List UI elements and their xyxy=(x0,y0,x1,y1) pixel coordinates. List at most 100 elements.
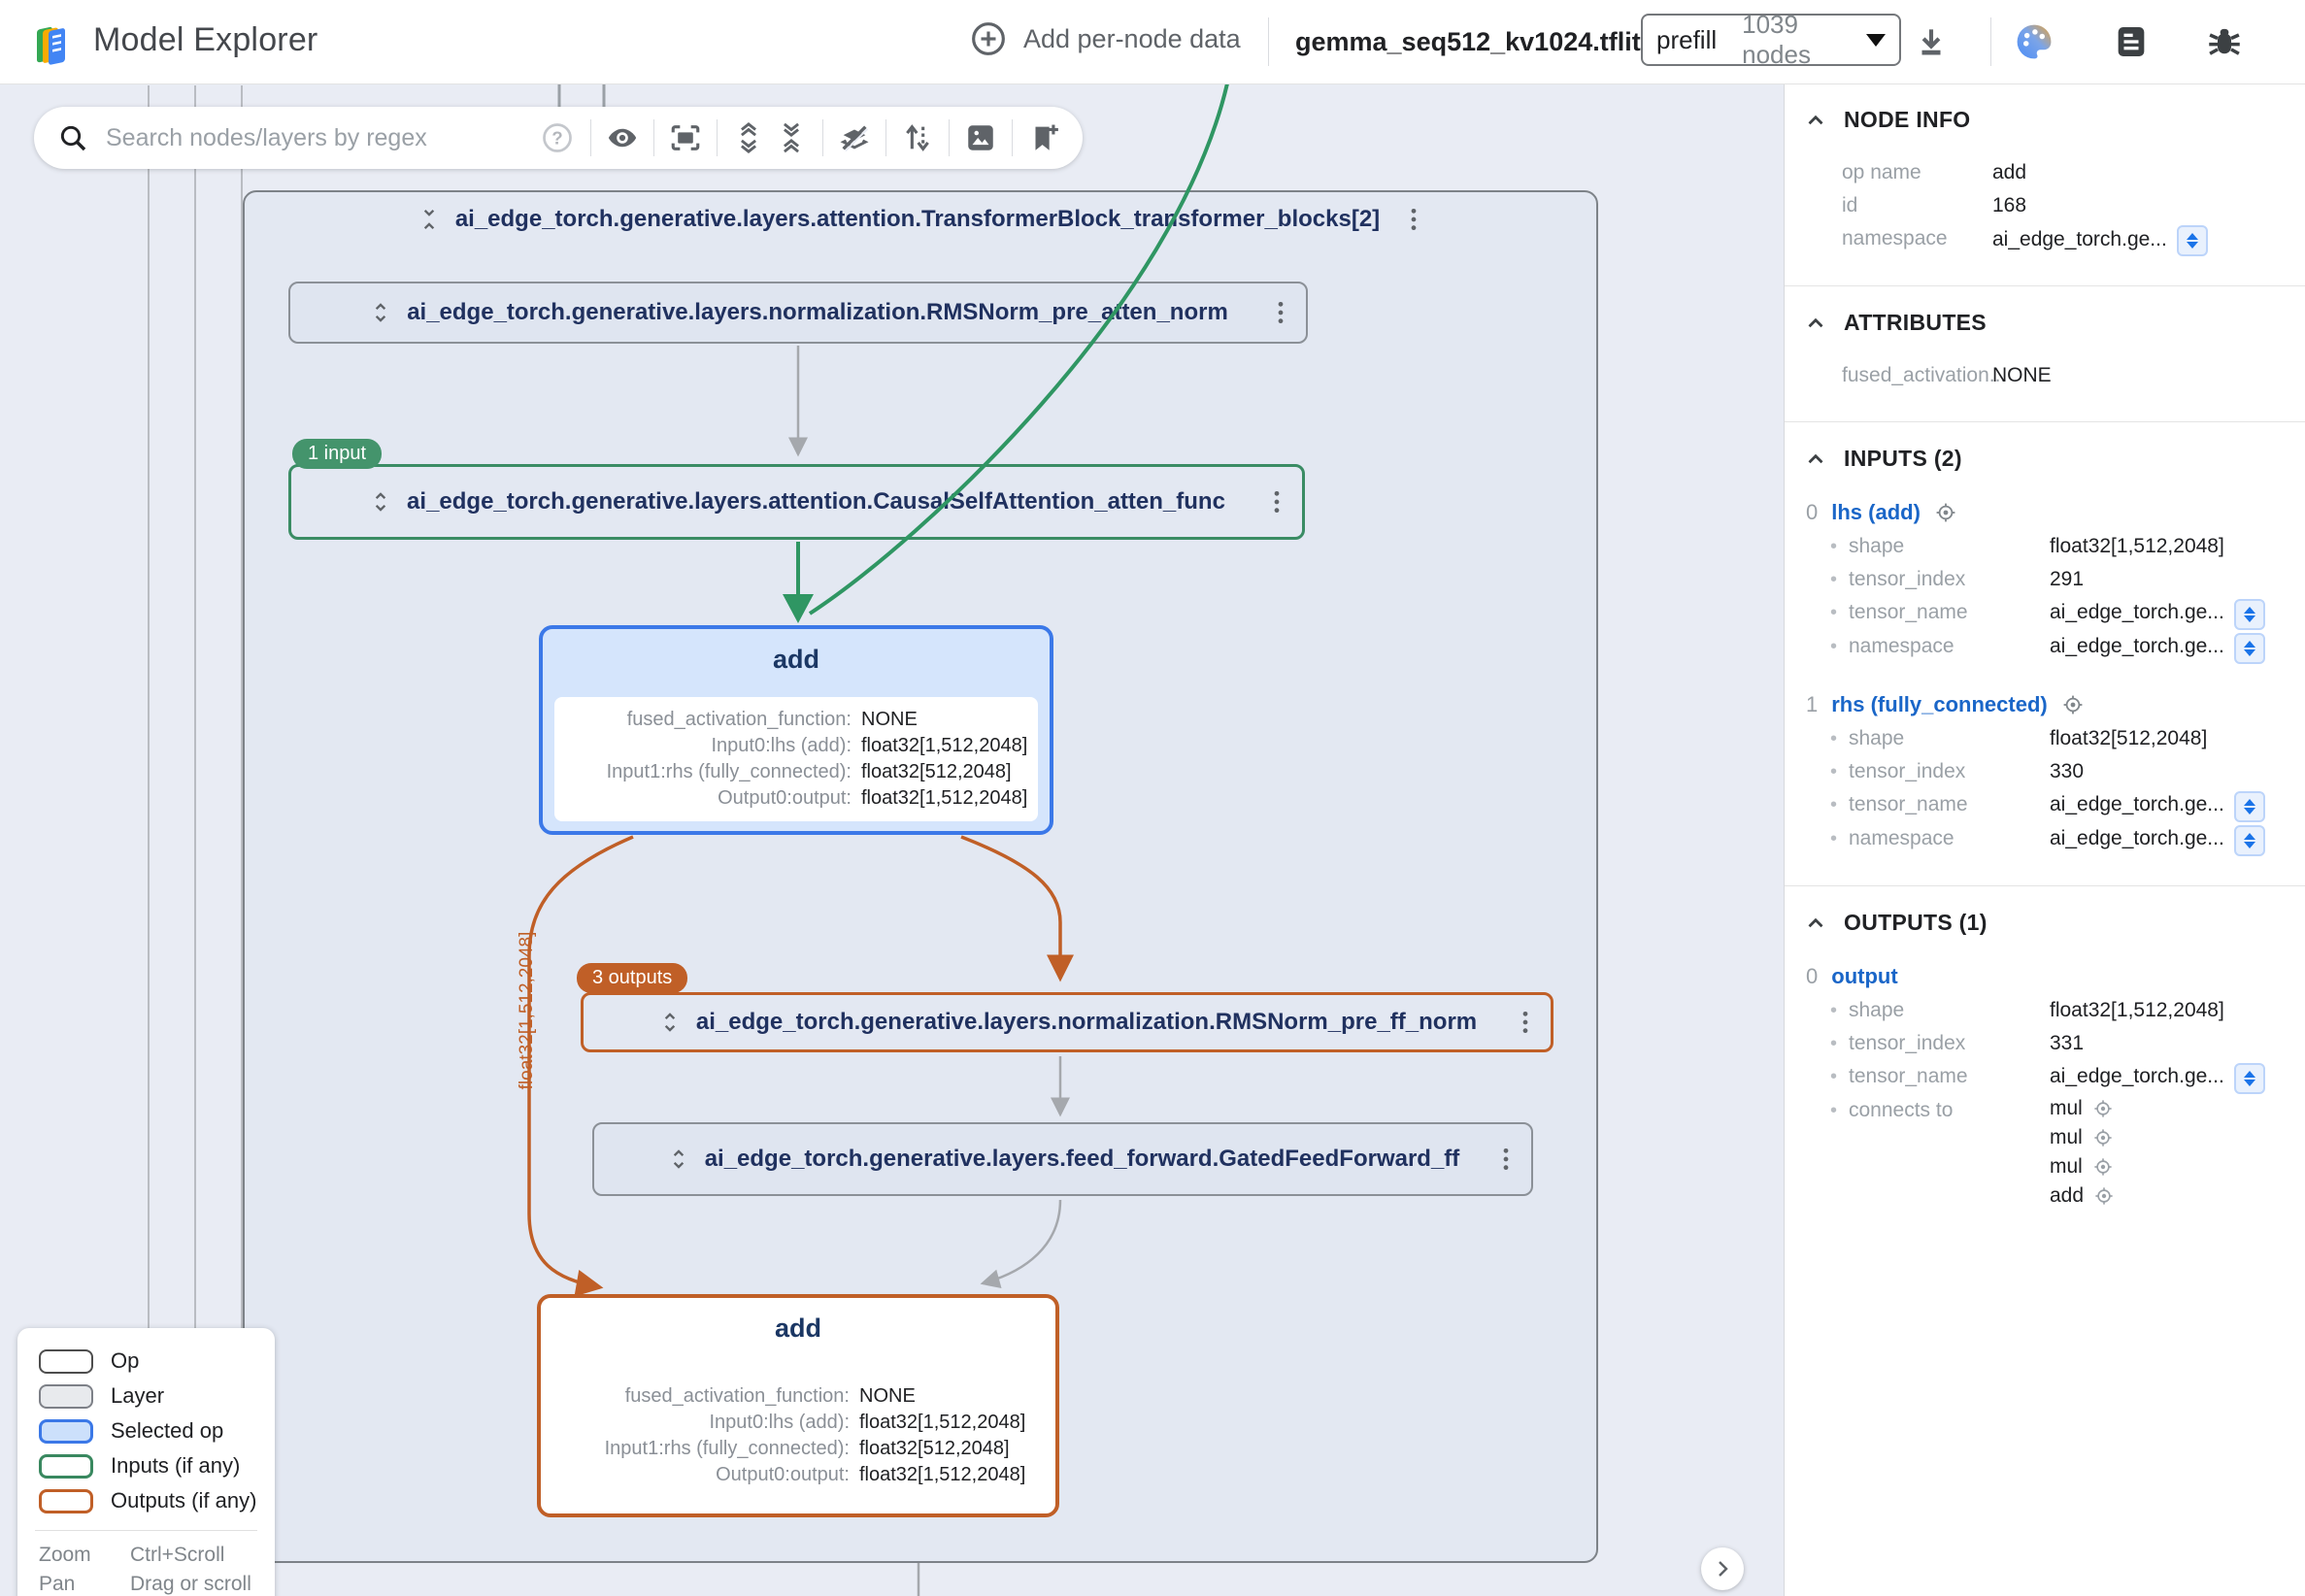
collapse-layer-icon[interactable] xyxy=(417,207,442,232)
graph-canvas[interactable]: ai_edge_torch.generative.layers.attentio… xyxy=(0,83,1784,1596)
input-port-lhs: 0 lhs (add) xyxy=(1785,495,2305,530)
export-image-button[interactable] xyxy=(959,116,1002,159)
plus-circle-icon xyxy=(969,19,1008,58)
legend-label: Outputs (if any) xyxy=(111,1488,256,1513)
search-help-icon[interactable]: ? xyxy=(540,120,575,155)
layer-title: ai_edge_torch.generative.layers.normaliz… xyxy=(407,299,1228,326)
input-port-link[interactable]: lhs (add) xyxy=(1831,495,1921,530)
connects-to-target[interactable]: mul xyxy=(2050,1094,2115,1123)
op-node-add-output[interactable]: add fused_activation_function:NONE Input… xyxy=(537,1294,1059,1517)
node-info-row: id 168 xyxy=(1785,189,2305,222)
chevron-up-icon xyxy=(1803,311,1828,336)
model-file-name: gemma_seq512_kv1024.tflite xyxy=(1295,27,1655,57)
graph-selector-dropdown[interactable]: prefill 1039 nodes xyxy=(1641,14,1901,66)
expand-layer-icon[interactable] xyxy=(666,1147,691,1172)
expand-all-layers-button[interactable] xyxy=(727,116,770,159)
locate-node-icon[interactable] xyxy=(1934,501,1957,524)
attr-label: fused_activation_function: xyxy=(568,707,852,733)
divider xyxy=(35,1530,257,1531)
attr-value: float32[512,2048] xyxy=(861,759,1024,785)
more-menu-icon[interactable] xyxy=(1403,207,1424,232)
divider xyxy=(885,119,886,156)
locate-node-icon[interactable] xyxy=(2092,1127,2114,1148)
connects-to-target[interactable]: mul xyxy=(2050,1152,2115,1181)
prop-row: •tensor_name ai_edge_torch.ge... xyxy=(1785,596,2305,630)
locate-node-icon[interactable] xyxy=(2092,1156,2114,1178)
toggle-visibility-button[interactable] xyxy=(601,116,644,159)
layer-gated-feed-forward[interactable]: ai_edge_torch.generative.layers.feed_for… xyxy=(592,1122,1533,1196)
section-node-info-header[interactable]: NODE INFO xyxy=(1785,107,2305,133)
chevron-up-icon xyxy=(1803,108,1828,133)
expand-value-button[interactable] xyxy=(2234,633,2265,664)
op-title: add xyxy=(543,645,1050,675)
theme-palette-button[interactable] xyxy=(2012,19,2056,64)
add-per-node-data-button[interactable]: Add per-node data xyxy=(969,19,1241,58)
app-bar: Model Explorer Add per-node data gemma_s… xyxy=(0,0,2305,84)
download-button[interactable] xyxy=(1909,19,1954,64)
connects-to-target[interactable]: add xyxy=(2050,1181,2115,1211)
locate-node-icon[interactable] xyxy=(2092,1098,2114,1119)
node-details-panel: NODE INFO op name add id 168 namespace a… xyxy=(1784,83,2305,1596)
section-inputs-header[interactable]: INPUTS (2) xyxy=(1785,446,2305,472)
prop-row: •tensor_index331 xyxy=(1785,1027,2305,1060)
more-menu-icon[interactable] xyxy=(1496,1147,1516,1172)
outputs-swatch xyxy=(39,1489,93,1513)
bookmark-add-icon xyxy=(1027,121,1060,154)
output-port-link[interactable]: output xyxy=(1831,959,1897,994)
palette-icon xyxy=(2013,20,2055,63)
layer-rmsnorm-pre-ff-norm[interactable]: ai_edge_torch.generative.layers.normaliz… xyxy=(581,992,1553,1052)
expand-layer-icon[interactable] xyxy=(368,300,393,325)
op-node-add-selected[interactable]: add fused_activation_function:NONE Input… xyxy=(539,625,1053,835)
expand-value-button[interactable] xyxy=(2234,1063,2265,1094)
expand-all-icon xyxy=(732,121,765,154)
layer-title: ai_edge_torch.generative.layers.attentio… xyxy=(407,488,1225,515)
locate-node-icon[interactable] xyxy=(2093,1185,2115,1207)
section-outputs-header[interactable]: OUTPUTS (1) xyxy=(1785,910,2305,936)
expand-value-button[interactable] xyxy=(2234,791,2265,822)
docs-button[interactable] xyxy=(2109,19,2154,64)
section-attributes-header[interactable]: ATTRIBUTES xyxy=(1785,310,2305,336)
more-menu-icon[interactable] xyxy=(1267,489,1286,515)
divider xyxy=(1012,119,1013,156)
more-menu-icon[interactable] xyxy=(1516,1010,1535,1035)
legend-item-outputs: Outputs (if any) xyxy=(17,1483,275,1518)
layer-rmsnorm-pre-atten-norm[interactable]: ai_edge_torch.generative.layers.normaliz… xyxy=(288,282,1308,344)
prop-row: •shapefloat32[512,2048] xyxy=(1785,722,2305,755)
section-outputs: OUTPUTS (1) 0 output •shapefloat32[1,512… xyxy=(1785,886,2305,1240)
prop-row: •namespace ai_edge_torch.ge... xyxy=(1785,630,2305,664)
collapse-all-layers-button[interactable] xyxy=(770,116,813,159)
trace-inputs-outputs-button[interactable] xyxy=(896,116,939,159)
locate-node-icon[interactable] xyxy=(2061,693,2085,716)
model-explorer-logo-icon xyxy=(31,17,80,66)
next-graph-button[interactable] xyxy=(1701,1547,1744,1590)
more-menu-icon[interactable] xyxy=(1271,300,1290,325)
legend-label: Layer xyxy=(111,1383,164,1409)
prop-row: •tensor_index291 xyxy=(1785,563,2305,596)
prop-row: •namespace ai_edge_torch.ge... xyxy=(1785,822,2305,856)
chevron-up-icon xyxy=(1803,911,1828,936)
expand-value-button[interactable] xyxy=(2177,225,2208,256)
connects-to-target[interactable]: mul xyxy=(2050,1123,2115,1152)
prop-row: •tensor_index330 xyxy=(1785,755,2305,788)
expand-layer-icon[interactable] xyxy=(368,489,393,515)
expand-layer-icon[interactable] xyxy=(657,1010,683,1035)
chevron-up-icon xyxy=(1803,447,1828,472)
node-info-row: namespace ai_edge_torch.ge... xyxy=(1785,222,2305,256)
input-port-link[interactable]: rhs (fully_connected) xyxy=(1831,687,2047,722)
zoom-hint: ZoomCtrl+Scroll xyxy=(17,1541,275,1570)
expand-value-button[interactable] xyxy=(2234,599,2265,630)
flatten-layers-button[interactable] xyxy=(833,116,876,159)
search-input[interactable] xyxy=(104,123,540,153)
layer-transformer-block-header[interactable]: ai_edge_torch.generative.layers.attentio… xyxy=(243,198,1598,241)
report-bug-button[interactable] xyxy=(2202,19,2247,64)
attr-value: NONE xyxy=(859,1383,1030,1410)
model-explorer-window: Model Explorer Add per-node data gemma_s… xyxy=(0,0,2305,1596)
layer-causal-self-attention[interactable]: ai_edge_torch.generative.layers.attentio… xyxy=(288,464,1305,540)
expand-value-button[interactable] xyxy=(2234,825,2265,856)
legend-item-op: Op xyxy=(17,1344,275,1379)
graph-node-count: 1039 nodes xyxy=(1742,10,1866,70)
prop-row: •shapefloat32[1,512,2048] xyxy=(1785,994,2305,1027)
add-bookmark-button[interactable] xyxy=(1022,116,1065,159)
divider xyxy=(949,119,950,156)
fit-to-screen-button[interactable] xyxy=(664,116,707,159)
